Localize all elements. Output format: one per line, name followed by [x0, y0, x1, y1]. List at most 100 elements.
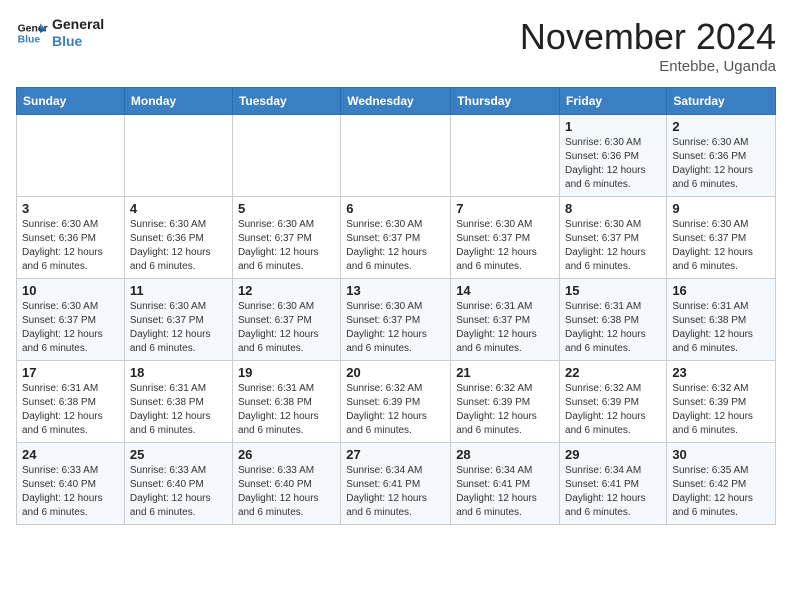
- calendar-cell: [451, 115, 560, 197]
- location: Entebbe, Uganda: [520, 58, 776, 75]
- day-number: 15: [565, 283, 661, 298]
- calendar-cell: 5Sunrise: 6:30 AM Sunset: 6:37 PM Daylig…: [232, 197, 340, 279]
- calendar-cell: 18 Sunrise: 6:31 AM Sunset: 6:38 PM Dayli…: [124, 361, 232, 443]
- calendar-cell: 19 Sunrise: 6:31 AM Sunset: 6:38 PM Dayli…: [232, 361, 340, 443]
- calendar-cell: 28 Sunrise: 6:34 AM Sunset: 6:41 PM Dayli…: [451, 443, 560, 525]
- day-number: 3: [22, 201, 119, 216]
- title-block: November 2024 Entebbe, Uganda: [520, 16, 776, 75]
- calendar-cell: 8 Sunrise: 6:30 AM Sunset: 6:37 PM Daylig…: [560, 197, 667, 279]
- day-number: 7: [456, 201, 554, 216]
- day-info: Sunrise: 6:33 AM Sunset: 6:40 PM Dayligh…: [238, 464, 335, 520]
- logo-general: General: [52, 16, 104, 33]
- calendar-body: 1 Sunrise: 6:30 AM Sunset: 6:36 PM Daylig…: [17, 115, 776, 525]
- day-number: 1: [565, 119, 661, 134]
- month-title: November 2024: [520, 16, 776, 58]
- day-info: Sunrise: 6:31 AM Sunset: 6:38 PM Dayligh…: [130, 382, 227, 438]
- day-info: Sunrise: 6:32 AM Sunset: 6:39 PM Dayligh…: [672, 382, 770, 438]
- day-number: 6: [346, 201, 445, 216]
- calendar-table: SundayMondayTuesdayWednesdayThursdayFrid…: [16, 87, 776, 525]
- calendar-cell: 29 Sunrise: 6:34 AM Sunset: 6:41 PM Dayli…: [560, 443, 667, 525]
- calendar-cell: 23 Sunrise: 6:32 AM Sunset: 6:39 PM Dayli…: [667, 361, 776, 443]
- day-number: 12: [238, 283, 335, 298]
- day-number: 19: [238, 365, 335, 380]
- day-number: 2: [672, 119, 770, 134]
- calendar-cell: 17Sunrise: 6:31 AM Sunset: 6:38 PM Dayli…: [17, 361, 125, 443]
- day-number: 8: [565, 201, 661, 216]
- logo-blue: Blue: [52, 33, 104, 50]
- day-info: Sunrise: 6:32 AM Sunset: 6:39 PM Dayligh…: [346, 382, 445, 438]
- day-number: 24: [22, 447, 119, 462]
- logo: General Blue General Blue: [16, 16, 104, 50]
- calendar-cell: 6 Sunrise: 6:30 AM Sunset: 6:37 PM Daylig…: [341, 197, 451, 279]
- calendar-header-cell: Tuesday: [232, 88, 340, 115]
- calendar-header-row: SundayMondayTuesdayWednesdayThursdayFrid…: [17, 88, 776, 115]
- day-number: 20: [346, 365, 445, 380]
- day-number: 29: [565, 447, 661, 462]
- day-info: Sunrise: 6:30 AM Sunset: 6:37 PM Dayligh…: [346, 300, 445, 356]
- calendar-cell: 12 Sunrise: 6:30 AM Sunset: 6:37 PM Dayli…: [232, 279, 340, 361]
- day-info: Sunrise: 6:32 AM Sunset: 6:39 PM Dayligh…: [456, 382, 554, 438]
- day-info: Sunrise: 6:35 AM Sunset: 6:42 PM Dayligh…: [672, 464, 770, 520]
- day-info: Sunrise: 6:30 AM Sunset: 6:37 PM Dayligh…: [130, 300, 227, 356]
- day-info: Sunrise: 6:34 AM Sunset: 6:41 PM Dayligh…: [346, 464, 445, 520]
- calendar-cell: 24 Sunrise: 6:33 AM Sunset: 6:40 PM Dayli…: [17, 443, 125, 525]
- calendar-week-row: 24 Sunrise: 6:33 AM Sunset: 6:40 PM Dayli…: [17, 443, 776, 525]
- calendar-cell: 26 Sunrise: 6:33 AM Sunset: 6:40 PM Dayli…: [232, 443, 340, 525]
- calendar-cell: [232, 115, 340, 197]
- day-info: Sunrise: 6:34 AM Sunset: 6:41 PM Dayligh…: [456, 464, 554, 520]
- day-number: 10: [22, 283, 119, 298]
- day-info: Sunrise: 6:31 AM Sunset: 6:38 PM Dayligh…: [22, 382, 119, 438]
- day-number: 25: [130, 447, 227, 462]
- calendar-week-row: 1 Sunrise: 6:30 AM Sunset: 6:36 PM Daylig…: [17, 115, 776, 197]
- day-info: Sunrise: 6:30 AM Sunset: 6:36 PM Dayligh…: [565, 136, 661, 192]
- calendar-cell: 16Sunrise: 6:31 AM Sunset: 6:38 PM Dayli…: [667, 279, 776, 361]
- calendar-cell: 9Sunrise: 6:30 AM Sunset: 6:37 PM Daylig…: [667, 197, 776, 279]
- calendar-week-row: 17Sunrise: 6:31 AM Sunset: 6:38 PM Dayli…: [17, 361, 776, 443]
- day-info: Sunrise: 6:30 AM Sunset: 6:37 PM Dayligh…: [346, 218, 445, 274]
- day-info: Sunrise: 6:32 AM Sunset: 6:39 PM Dayligh…: [565, 382, 661, 438]
- calendar-header-cell: Thursday: [451, 88, 560, 115]
- day-info: Sunrise: 6:34 AM Sunset: 6:41 PM Dayligh…: [565, 464, 661, 520]
- calendar-cell: 15Sunrise: 6:31 AM Sunset: 6:38 PM Dayli…: [560, 279, 667, 361]
- calendar-cell: [17, 115, 125, 197]
- day-number: 28: [456, 447, 554, 462]
- day-number: 18: [130, 365, 227, 380]
- day-number: 21: [456, 365, 554, 380]
- day-info: Sunrise: 6:30 AM Sunset: 6:36 PM Dayligh…: [672, 136, 770, 192]
- calendar-cell: 1 Sunrise: 6:30 AM Sunset: 6:36 PM Daylig…: [560, 115, 667, 197]
- day-number: 9: [672, 201, 770, 216]
- calendar-header-cell: Friday: [560, 88, 667, 115]
- day-info: Sunrise: 6:30 AM Sunset: 6:37 PM Dayligh…: [238, 218, 335, 274]
- calendar-cell: 2 Sunrise: 6:30 AM Sunset: 6:36 PM Daylig…: [667, 115, 776, 197]
- calendar-week-row: 3Sunrise: 6:30 AM Sunset: 6:36 PM Daylig…: [17, 197, 776, 279]
- day-info: Sunrise: 6:31 AM Sunset: 6:38 PM Dayligh…: [672, 300, 770, 356]
- day-number: 11: [130, 283, 227, 298]
- day-info: Sunrise: 6:30 AM Sunset: 6:37 PM Dayligh…: [238, 300, 335, 356]
- day-number: 13: [346, 283, 445, 298]
- day-number: 23: [672, 365, 770, 380]
- day-info: Sunrise: 6:33 AM Sunset: 6:40 PM Dayligh…: [22, 464, 119, 520]
- calendar-cell: 3Sunrise: 6:30 AM Sunset: 6:36 PM Daylig…: [17, 197, 125, 279]
- calendar-week-row: 10 Sunrise: 6:30 AM Sunset: 6:37 PM Dayli…: [17, 279, 776, 361]
- day-number: 26: [238, 447, 335, 462]
- calendar-cell: 14Sunrise: 6:31 AM Sunset: 6:37 PM Dayli…: [451, 279, 560, 361]
- calendar-cell: [124, 115, 232, 197]
- day-info: Sunrise: 6:30 AM Sunset: 6:37 PM Dayligh…: [565, 218, 661, 274]
- calendar-cell: 20 Sunrise: 6:32 AM Sunset: 6:39 PM Dayli…: [341, 361, 451, 443]
- calendar-cell: 11 Sunrise: 6:30 AM Sunset: 6:37 PM Dayli…: [124, 279, 232, 361]
- svg-text:Blue: Blue: [18, 34, 41, 45]
- day-number: 30: [672, 447, 770, 462]
- calendar-cell: [341, 115, 451, 197]
- day-info: Sunrise: 6:33 AM Sunset: 6:40 PM Dayligh…: [130, 464, 227, 520]
- calendar-cell: 22 Sunrise: 6:32 AM Sunset: 6:39 PM Dayli…: [560, 361, 667, 443]
- day-info: Sunrise: 6:31 AM Sunset: 6:38 PM Dayligh…: [238, 382, 335, 438]
- calendar-header-cell: Sunday: [17, 88, 125, 115]
- day-number: 14: [456, 283, 554, 298]
- calendar-cell: 7Sunrise: 6:30 AM Sunset: 6:37 PM Daylig…: [451, 197, 560, 279]
- calendar-cell: 4Sunrise: 6:30 AM Sunset: 6:36 PM Daylig…: [124, 197, 232, 279]
- calendar-cell: 10Sunrise: 6:30 AM Sunset: 6:37 PM Dayli…: [17, 279, 125, 361]
- calendar-cell: 25 Sunrise: 6:33 AM Sunset: 6:40 PM Dayli…: [124, 443, 232, 525]
- calendar-header-cell: Saturday: [667, 88, 776, 115]
- day-number: 22: [565, 365, 661, 380]
- calendar-header-cell: Wednesday: [341, 88, 451, 115]
